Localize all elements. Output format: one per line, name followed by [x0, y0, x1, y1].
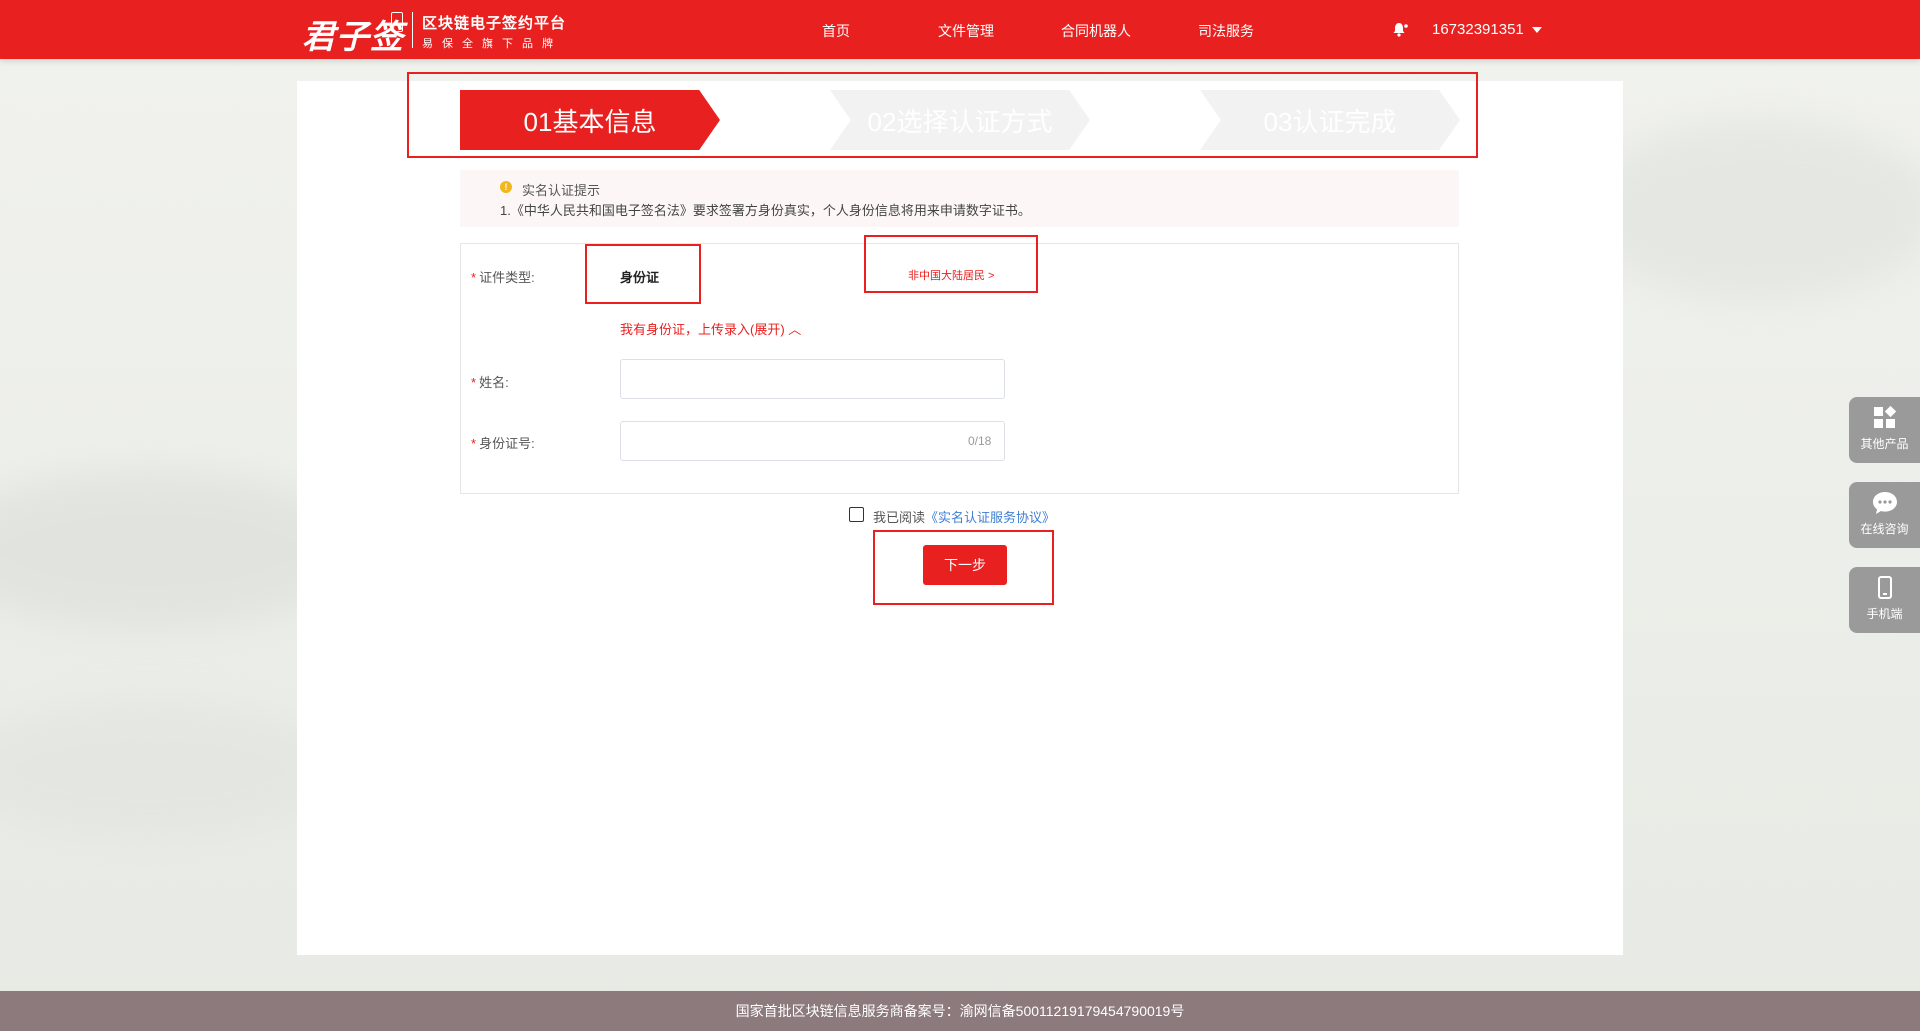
nav-home[interactable]: 首页 [822, 21, 850, 41]
user-phone[interactable]: 16732391351 [1432, 21, 1524, 38]
seal-icon [391, 12, 403, 32]
id-number-input[interactable] [620, 421, 1005, 461]
other-products-label: 其他产品 [1860, 437, 1909, 451]
other-products-button[interactable]: 其他产品 [1849, 397, 1920, 463]
online-consult-label: 在线咨询 [1860, 522, 1909, 536]
id-type-option-idcard[interactable]: 身份证 [620, 267, 659, 286]
upload-idcard-toggle[interactable]: 我有身份证，上传录入(展开) ︿ [620, 319, 801, 338]
chat-icon [1872, 492, 1897, 514]
mobile-app-button[interactable]: 手机端 [1849, 567, 1920, 633]
foreign-highlight-box [864, 235, 1038, 293]
id-number-label: * 身份证号: [471, 436, 535, 451]
top-navbar: 君子签 区块链电子签约平台 易保全旗下品牌 首页 文件管理 合同机器人 司法服务… [0, 0, 1920, 59]
agreement-checkbox[interactable] [849, 507, 864, 522]
non-mainland-resident-link[interactable]: 非中国大陆居民 > [908, 267, 994, 283]
mobile-icon [1877, 576, 1892, 599]
mobile-app-label: 手机端 [1866, 607, 1903, 621]
online-consult-button[interactable]: 在线咨询 [1849, 482, 1920, 548]
nav-file-management[interactable]: 文件管理 [938, 21, 994, 41]
footer-record-number: 国家首批区块链信息服务商备案号：渝网信备50011219179454790019… [0, 991, 1920, 1031]
agreement-link[interactable]: 《实名认证服务协议》 [925, 510, 1055, 525]
next-button[interactable]: 下一步 [923, 545, 1007, 585]
id-type-label: * 证件类型: [471, 270, 535, 285]
auth-notice: ! 实名认证提示 1.《中华人民共和国电子签名法》要求签署方身份真实，个人身份信… [460, 170, 1459, 227]
chevron-down-icon[interactable] [1532, 27, 1542, 33]
platform-tagline: 区块链电子签约平台 [422, 15, 567, 32]
agreement-text: 我已阅读《实名认证服务协议》 [873, 507, 1055, 526]
apps-icon [1873, 405, 1896, 428]
bell-icon[interactable] [1392, 21, 1408, 37]
warning-icon: ! [500, 181, 512, 193]
id-number-counter: 0/18 [968, 434, 992, 448]
nav-judicial-service[interactable]: 司法服务 [1198, 21, 1254, 41]
brand-subtitle: 易保全旗下品牌 [422, 38, 562, 50]
notice-title: 实名认证提示 [522, 183, 601, 198]
nav-contract-robot[interactable]: 合同机器人 [1061, 21, 1131, 41]
background-hill [0, 700, 340, 840]
name-input[interactable] [620, 359, 1005, 399]
name-label: * 姓名: [471, 375, 509, 390]
background-hill [1580, 120, 1920, 300]
logo-divider [412, 12, 413, 48]
agreement-prefix: 我已阅读 [873, 510, 926, 525]
notice-text: 1.《中华人民共和国电子签名法》要求签署方身份真实，个人身份信息将用来申请数字证… [500, 203, 1031, 218]
steps-highlight-box [407, 72, 1478, 158]
brand-logo[interactable]: 君子签 [302, 10, 404, 58]
